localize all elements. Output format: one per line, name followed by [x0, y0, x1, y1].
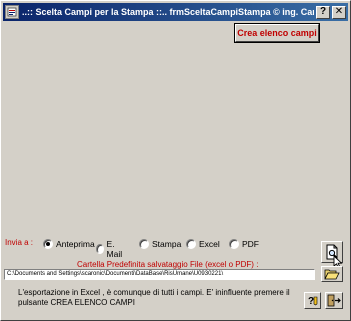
- crea-elenco-campi-button[interactable]: Crea elenco campi: [234, 23, 320, 43]
- radio-pdf-label: PDF: [242, 239, 259, 249]
- radio-anteprima-dot[interactable]: [43, 239, 53, 249]
- radio-stampa-label: Stampa: [152, 239, 182, 249]
- svg-text:?: ?: [308, 296, 314, 307]
- scelta-campi-window: ..:: Scelta Campi per la Stampa ::.. frm…: [0, 0, 351, 321]
- radio-excel-label: Excel: [199, 239, 220, 249]
- app-icon[interactable]: [5, 5, 19, 19]
- radio-excel-dot[interactable]: [186, 239, 196, 249]
- close-icon: ✕: [334, 6, 344, 17]
- info-line-1: L'esportazione in Excel , è comunque di …: [18, 288, 290, 297]
- help-icon: ?: [308, 296, 317, 307]
- help-caption-button[interactable]: ?: [316, 5, 330, 19]
- radio-excel[interactable]: Excel: [186, 239, 220, 249]
- radio-email-label: E. Mail: [106, 239, 123, 259]
- radio-stampa[interactable]: Stampa: [139, 239, 181, 249]
- info-line-2: pulsante CREA ELENCO CAMPI: [18, 298, 135, 307]
- exit-door-icon: [327, 294, 341, 307]
- exit-button[interactable]: [325, 292, 343, 309]
- browse-folder-button[interactable]: [321, 266, 343, 282]
- folder-open-icon: [324, 269, 340, 280]
- help-button[interactable]: ?: [304, 292, 321, 309]
- invia-a-label: Invia a :: [5, 238, 34, 247]
- cartella-predefinita-label: Cartella Predefinita salvataggio File (e…: [77, 260, 259, 269]
- help-caption-icon: ?: [319, 6, 327, 17]
- radio-pdf-dot[interactable]: [229, 239, 239, 249]
- radio-pdf[interactable]: PDF: [229, 239, 259, 249]
- radio-anteprima[interactable]: Anteprima: [43, 239, 95, 249]
- info-note: L'esportazione in Excel , è comunque di …: [18, 288, 298, 308]
- radio-anteprima-label: Anteprima: [56, 239, 95, 249]
- folder-path-field[interactable]: C:\Documents and Settings\scaronic\Docum…: [4, 269, 315, 280]
- window-title: ..:: Scelta Campi per la Stampa ::.. frm…: [22, 7, 314, 17]
- radio-stampa-dot[interactable]: [139, 239, 149, 249]
- radio-email[interactable]: E. Mail: [96, 239, 125, 259]
- radio-email-dot[interactable]: [96, 244, 104, 254]
- close-button[interactable]: ✕: [332, 5, 346, 19]
- title-bar[interactable]: ..:: Scelta Campi per la Stampa ::.. frm…: [3, 3, 348, 21]
